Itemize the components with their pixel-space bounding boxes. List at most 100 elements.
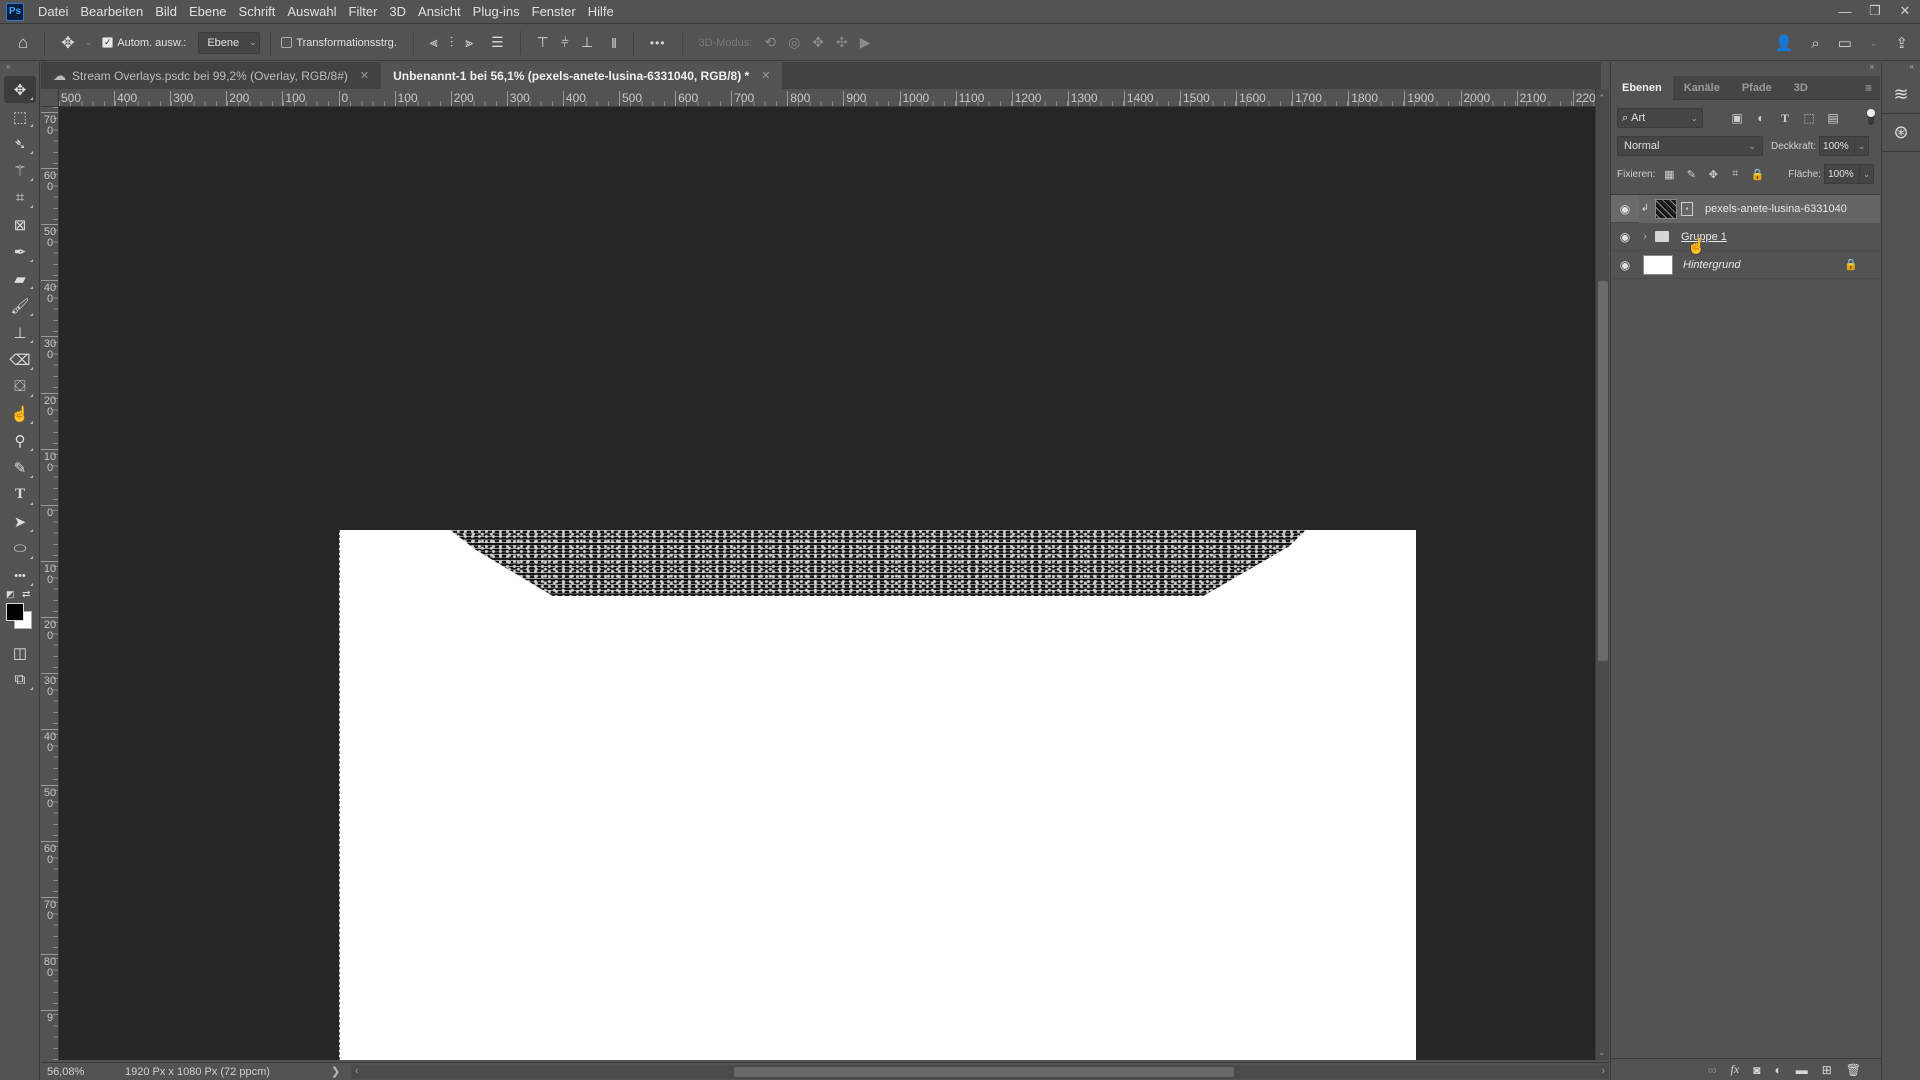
layers-dock-icon[interactable]: ≋ bbox=[1882, 76, 1920, 114]
lock-position-icon[interactable]: ✥ bbox=[1702, 168, 1724, 181]
lasso-tool[interactable]: ➴ bbox=[4, 130, 36, 157]
tab-kanaele[interactable]: Kanäle bbox=[1673, 76, 1731, 100]
quick-mask-button[interactable]: ◫ bbox=[4, 639, 36, 666]
brush-tool[interactable]: 🖌 bbox=[4, 292, 36, 319]
menu-ebene[interactable]: Ebene bbox=[183, 4, 233, 19]
3d-roll-icon[interactable]: ◎ bbox=[782, 34, 806, 51]
restore-button[interactable]: ❐ bbox=[1860, 0, 1890, 22]
menu-hilfe[interactable]: Hilfe bbox=[582, 4, 620, 19]
zoom-level[interactable]: 56,08% bbox=[41, 1066, 101, 1078]
dodge-tool[interactable]: ⚲ bbox=[4, 427, 36, 454]
menu-schrift[interactable]: Schrift bbox=[233, 4, 282, 19]
scroll-up-icon[interactable]: ⌃ bbox=[1598, 93, 1606, 104]
share-export-icon[interactable]: ⇪ bbox=[1889, 34, 1914, 52]
libraries-dock-icon[interactable]: ⊛ bbox=[1882, 114, 1920, 152]
opacity-input[interactable]: 100% bbox=[1819, 136, 1856, 156]
opacity-dropdown-icon[interactable]: ⌄ bbox=[1855, 136, 1870, 156]
clone-stamp-tool[interactable]: ⊥ bbox=[4, 319, 36, 346]
3d-pan-icon[interactable]: ✥ bbox=[806, 34, 830, 51]
3d-slide-icon[interactable]: ✣ bbox=[830, 34, 854, 51]
collapse-toolbar-icon[interactable]: » bbox=[0, 62, 39, 76]
visibility-eye-icon[interactable]: ◉ bbox=[1611, 230, 1639, 244]
move-tool-icon[interactable]: ✥ bbox=[55, 33, 80, 53]
fx-icon[interactable]: fx bbox=[1731, 1062, 1740, 1077]
lock-artboard-icon[interactable]: ⌗ bbox=[1724, 168, 1746, 181]
more-options-icon[interactable]: ••• bbox=[644, 36, 672, 50]
foreground-color-swatch[interactable] bbox=[6, 603, 24, 621]
share-user-icon[interactable]: 👤 bbox=[1769, 34, 1800, 52]
marquee-tool[interactable]: ⬚ bbox=[4, 103, 36, 130]
menu-ansicht[interactable]: Ansicht bbox=[412, 4, 467, 19]
add-mask-icon[interactable]: ◙ bbox=[1753, 1063, 1760, 1077]
3d-camera-icon[interactable]: ▶ bbox=[854, 34, 877, 51]
type-tool[interactable]: T bbox=[4, 481, 36, 508]
lock-image-pixels-icon[interactable]: ✎ bbox=[1680, 168, 1702, 181]
minimize-button[interactable]: — bbox=[1830, 0, 1860, 22]
layer-row[interactable]: ◉ ↲ ▪ pexels-anete-lusina-6331040 bbox=[1611, 194, 1880, 223]
lock-all-icon[interactable]: 🔒 bbox=[1746, 168, 1768, 181]
vertical-ruler[interactable]: 700 600 500 400 300 200 100 0 100 200 300 400 500 600… bbox=[41, 107, 59, 1060]
layer-name[interactable]: pexels-anete-lusina-6331040 bbox=[1705, 203, 1847, 215]
align-horizontal-center-icon[interactable]: ⫶ bbox=[444, 34, 460, 51]
link-layers-icon[interactable]: ∞ bbox=[1708, 1063, 1717, 1077]
textured-overlay-shape[interactable] bbox=[450, 530, 1306, 596]
ruler-origin[interactable] bbox=[41, 89, 59, 107]
menu-plugins[interactable]: Plug-ins bbox=[467, 4, 526, 19]
ellipse-tool[interactable]: ⬭ bbox=[4, 535, 36, 562]
move-tool[interactable]: ✥ bbox=[4, 76, 36, 103]
3d-orbit-icon[interactable]: ⟲ bbox=[758, 34, 782, 51]
fill-dropdown-icon[interactable]: ⌄ bbox=[1860, 164, 1875, 184]
type-layer-filter-icon[interactable]: T bbox=[1773, 111, 1797, 126]
default-colors-icon[interactable]: ◩ bbox=[6, 589, 15, 600]
menu-3d[interactable]: 3D bbox=[383, 4, 412, 19]
tab-unbenannt-1[interactable]: Unbenannt-1 bei 56,1% (pexels-anete-lusi… bbox=[381, 62, 783, 89]
align-left-icon[interactable]: ⫷ bbox=[424, 34, 444, 51]
lock-transparent-pixels-icon[interactable]: ▦ bbox=[1658, 168, 1680, 181]
chevron-down-icon[interactable]: ⌄ bbox=[81, 37, 97, 48]
new-layer-icon[interactable]: ⊞ bbox=[1822, 1063, 1832, 1077]
menu-datei[interactable]: Datei bbox=[32, 4, 74, 19]
menu-bild[interactable]: Bild bbox=[149, 4, 183, 19]
edit-toolbar-button[interactable]: ••• bbox=[4, 562, 36, 589]
vertical-scrollbar-thumb[interactable] bbox=[1598, 281, 1608, 661]
auto-select-checkbox[interactable]: ✓ Autom. ausw.: bbox=[102, 37, 186, 49]
tab-pfade[interactable]: Pfade bbox=[1731, 76, 1783, 100]
auto-select-target-dropdown[interactable]: Ebene ⌄ bbox=[198, 31, 261, 54]
layer-row[interactable]: ◉ Hintergrund 🔒 bbox=[1611, 251, 1880, 279]
screen-mode-button[interactable]: ⧉ bbox=[4, 666, 36, 693]
fill-input[interactable]: 100% bbox=[1824, 164, 1861, 184]
filter-kind-dropdown[interactable]: ⌕ Art ⌄ bbox=[1617, 108, 1703, 128]
align-right-icon[interactable]: ⫸ bbox=[459, 34, 479, 51]
vertical-scrollbar[interactable]: ⌃ ⌄ bbox=[1595, 89, 1609, 1060]
document-canvas[interactable] bbox=[339, 530, 1416, 1060]
visibility-eye-icon[interactable]: ◉ bbox=[1611, 258, 1639, 272]
close-tab-icon[interactable]: ✕ bbox=[761, 69, 770, 82]
eyedropper-tool[interactable]: ✒ bbox=[4, 238, 36, 265]
expand-dock-icon[interactable]: « bbox=[1882, 62, 1920, 76]
blend-mode-dropdown[interactable]: Normal ⌄ bbox=[1617, 136, 1763, 156]
tab-stream-overlays[interactable]: ☁ Stream Overlays.psdc bei 99,2% (Overla… bbox=[41, 62, 381, 89]
menu-fenster[interactable]: Fenster bbox=[526, 4, 582, 19]
filter-toggle-switch[interactable] bbox=[1867, 109, 1875, 125]
adjustment-layer-filter-icon[interactable]: ◐ bbox=[1749, 111, 1773, 125]
workspace-icon[interactable]: ▭ bbox=[1832, 34, 1858, 52]
align-bottom-icon[interactable]: ⊥ bbox=[575, 34, 599, 51]
eraser-tool[interactable]: ⌫ bbox=[4, 346, 36, 373]
close-button[interactable]: ✕ bbox=[1890, 0, 1920, 22]
frame-tool[interactable]: ⊠ bbox=[4, 211, 36, 238]
transform-controls-checkbox[interactable]: Transformationsstrg. bbox=[281, 37, 397, 49]
pen-tool[interactable]: ✎ bbox=[4, 454, 36, 481]
trash-icon[interactable]: 🗑 bbox=[1846, 1063, 1861, 1077]
crop-tool[interactable]: ⌗ bbox=[4, 184, 36, 211]
align-vertical-center-icon[interactable]: ⫩ bbox=[555, 34, 575, 51]
new-group-folder-icon[interactable]: ▬ bbox=[1796, 1063, 1808, 1077]
chevron-down-icon[interactable]: ⌄ bbox=[1864, 38, 1884, 49]
close-tab-icon[interactable]: ✕ bbox=[360, 69, 369, 82]
layer-name[interactable]: Hintergrund bbox=[1683, 259, 1740, 271]
horizontal-ruler[interactable]: 500 400 300 200 100 0 100 200 300 400 500 600 700 800… bbox=[59, 89, 1595, 107]
swap-colors-icon[interactable]: ⇄ bbox=[22, 589, 30, 600]
menu-auswahl[interactable]: Auswahl bbox=[281, 4, 342, 19]
distribute-vertical-icon[interactable]: ☰ bbox=[485, 34, 510, 51]
layer-thumbnail[interactable] bbox=[1655, 198, 1677, 219]
expand-group-chevron-icon[interactable]: › bbox=[1639, 231, 1651, 242]
